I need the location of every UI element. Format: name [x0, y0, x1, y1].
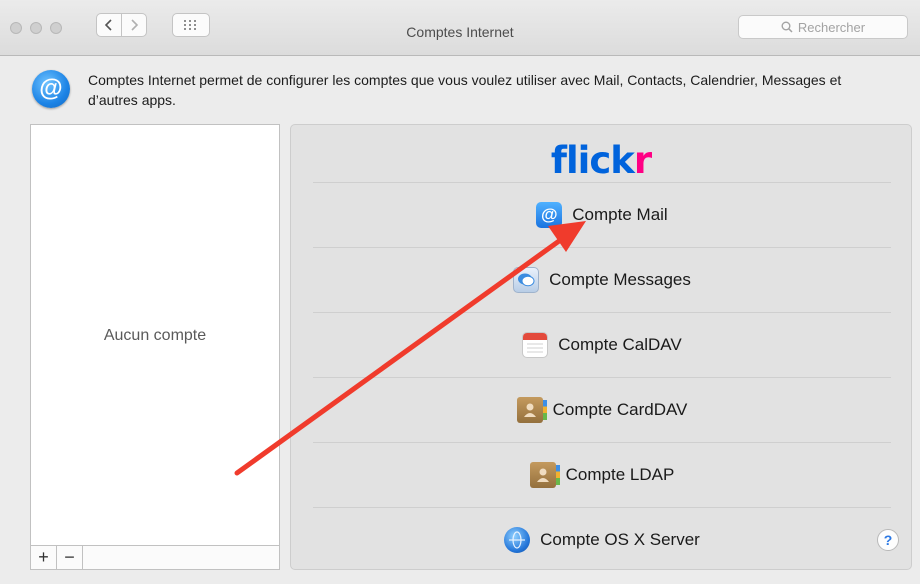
remove-account-button[interactable]: −: [57, 546, 83, 569]
provider-row-mail[interactable]: @ Compte Mail: [313, 182, 891, 247]
accounts-list-toolbar: + −: [30, 545, 280, 570]
provider-row-osx-server[interactable]: Compte OS X Server: [313, 507, 891, 572]
search-icon: [781, 21, 793, 33]
provider-row-ldap[interactable]: Compte LDAP: [313, 442, 891, 507]
provider-label: Compte Messages: [549, 270, 691, 289]
provider-label: Compte Mail: [572, 205, 668, 224]
contacts-book-icon: [529, 462, 560, 488]
globe-server-icon: [504, 527, 531, 553]
flickr-logo-prefix: flick: [550, 139, 635, 182]
title-bar: Comptes Internet Rechercher: [0, 0, 920, 56]
add-account-button[interactable]: +: [31, 546, 57, 569]
calendar-icon: [522, 332, 549, 358]
accounts-list[interactable]: Aucun compte: [30, 124, 280, 546]
search-placeholder: Rechercher: [797, 19, 866, 35]
provider-row-caldav[interactable]: Compte CalDAV: [313, 312, 891, 377]
flickr-logo-suffix: r: [633, 139, 652, 182]
messages-icon: [513, 267, 540, 293]
provider-panel: flickr @ Compte Mail Compte Messages Com…: [290, 124, 912, 570]
search-field[interactable]: Rechercher: [738, 15, 908, 39]
pane-description: Comptes Internet permet de configurer le…: [88, 72, 842, 108]
provider-label: Compte CalDAV: [558, 335, 682, 354]
help-button[interactable]: ?: [877, 529, 899, 551]
contacts-book-icon: [516, 397, 547, 423]
flickr-provider-button[interactable]: flickr: [291, 139, 911, 182]
provider-row-carddav[interactable]: Compte CardDAV: [313, 377, 891, 442]
provider-label: Compte OS X Server: [540, 530, 700, 549]
mail-at-icon: @: [536, 202, 563, 228]
provider-label: Compte LDAP: [565, 465, 675, 484]
empty-accounts-label: Aucun compte: [103, 327, 207, 344]
provider-row-messages[interactable]: Compte Messages: [313, 247, 891, 312]
at-icon: @: [32, 70, 70, 108]
provider-label: Compte CardDAV: [552, 400, 688, 419]
